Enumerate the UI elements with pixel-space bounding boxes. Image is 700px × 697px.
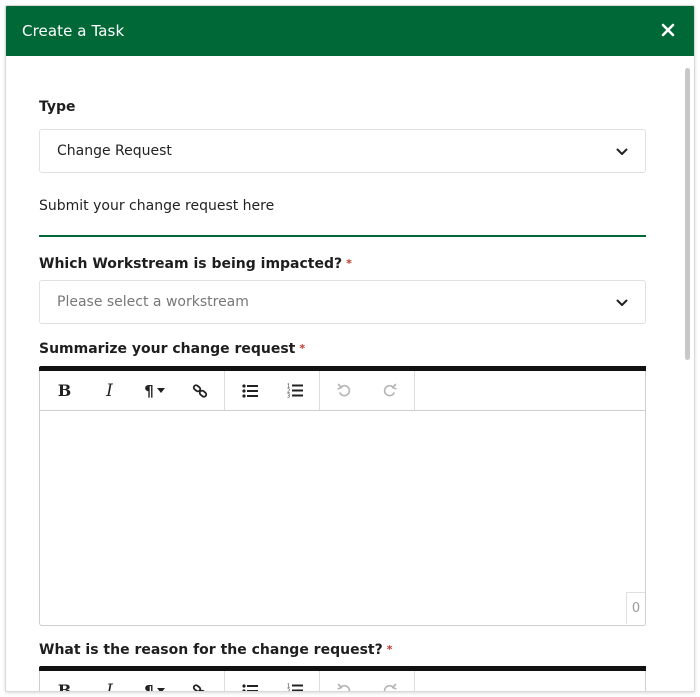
bullet-list-button[interactable]	[227, 371, 272, 411]
redo-button[interactable]	[367, 671, 412, 691]
bullet-list-icon	[241, 683, 258, 691]
reason-editor: B I ¶ 1 2	[39, 666, 646, 693]
bold-button[interactable]: B	[42, 671, 87, 692]
chevron-down-icon	[616, 299, 628, 306]
toolbar-group-lists: 1 2 3	[225, 371, 320, 410]
type-select-value: Change Request	[57, 143, 172, 159]
numbered-list-button[interactable]: 1 2 3	[272, 371, 317, 411]
editor-toolbar: B I ¶	[40, 671, 645, 693]
bold-icon: B	[57, 381, 72, 400]
italic-icon: I	[106, 380, 113, 401]
workstream-select[interactable]: Please select a workstream	[39, 280, 646, 324]
toolbar-group-format: B I ¶	[40, 371, 225, 410]
chevron-down-icon	[616, 148, 628, 155]
link-icon	[192, 383, 207, 398]
link-button[interactable]	[177, 371, 222, 411]
type-label: Type	[39, 99, 76, 115]
toolbar-group-format: B I ¶	[40, 671, 225, 692]
undo-button[interactable]	[322, 671, 367, 691]
editor-toolbar: B I ¶	[40, 371, 645, 411]
required-marker: *	[386, 643, 393, 656]
scrollbar-thumb[interactable]	[685, 68, 690, 360]
italic-icon: I	[106, 680, 113, 692]
summary-label: Summarize your change request *	[39, 341, 306, 357]
workstream-select-placeholder: Please select a workstream	[57, 294, 249, 310]
bold-button[interactable]: B	[42, 371, 87, 411]
close-button[interactable]	[656, 18, 680, 42]
numbered-list-icon: 1 2 3	[287, 684, 303, 693]
paragraph-format-icon: ¶	[144, 382, 165, 400]
italic-button[interactable]: I	[87, 371, 132, 411]
undo-icon	[337, 683, 351, 691]
paragraph-format-button[interactable]: ¶	[132, 671, 177, 691]
redo-icon	[383, 683, 397, 691]
dialog-header: Create a Task	[6, 6, 694, 56]
bullet-list-button[interactable]	[227, 671, 272, 691]
toolbar-group-history	[320, 671, 415, 691]
workstream-label: Which Workstream is being impacted? *	[39, 256, 352, 272]
type-select[interactable]: Change Request	[39, 129, 646, 173]
paragraph-format-button[interactable]: ¶	[132, 371, 177, 411]
link-button[interactable]	[177, 671, 222, 691]
dialog-title: Create a Task	[22, 22, 125, 40]
link-icon	[192, 683, 207, 691]
helper-text: Submit your change request here	[39, 198, 275, 214]
toolbar-group-lists: 1 2 3	[225, 671, 320, 693]
numbered-list-button[interactable]: 1 2 3	[272, 671, 317, 693]
create-task-dialog: Create a Task Type Change Request Submit…	[5, 5, 695, 692]
redo-button[interactable]	[367, 371, 412, 411]
dialog-body: Type Change Request Submit your change r…	[39, 56, 646, 693]
toolbar-group-history	[320, 371, 415, 410]
redo-icon	[383, 383, 397, 397]
bold-icon: B	[57, 681, 72, 692]
numbered-list-icon: 1 2 3	[287, 384, 303, 399]
required-marker: *	[346, 257, 352, 270]
summary-text-area[interactable]: 0	[40, 412, 645, 624]
italic-button[interactable]: I	[87, 671, 132, 692]
required-marker: *	[299, 342, 306, 355]
paragraph-format-icon: ¶	[144, 682, 165, 691]
char-counter: 0	[626, 592, 645, 624]
section-divider	[39, 235, 646, 237]
reason-label: What is the reason for the change reques…	[39, 642, 393, 658]
close-icon	[661, 23, 675, 37]
undo-icon	[337, 383, 351, 397]
undo-button[interactable]	[322, 371, 367, 411]
svg-text:2: 2	[287, 689, 290, 693]
bullet-list-icon	[241, 383, 258, 398]
summary-editor: B I ¶ 1 2 3 0	[39, 366, 646, 626]
svg-text:3: 3	[287, 394, 290, 399]
